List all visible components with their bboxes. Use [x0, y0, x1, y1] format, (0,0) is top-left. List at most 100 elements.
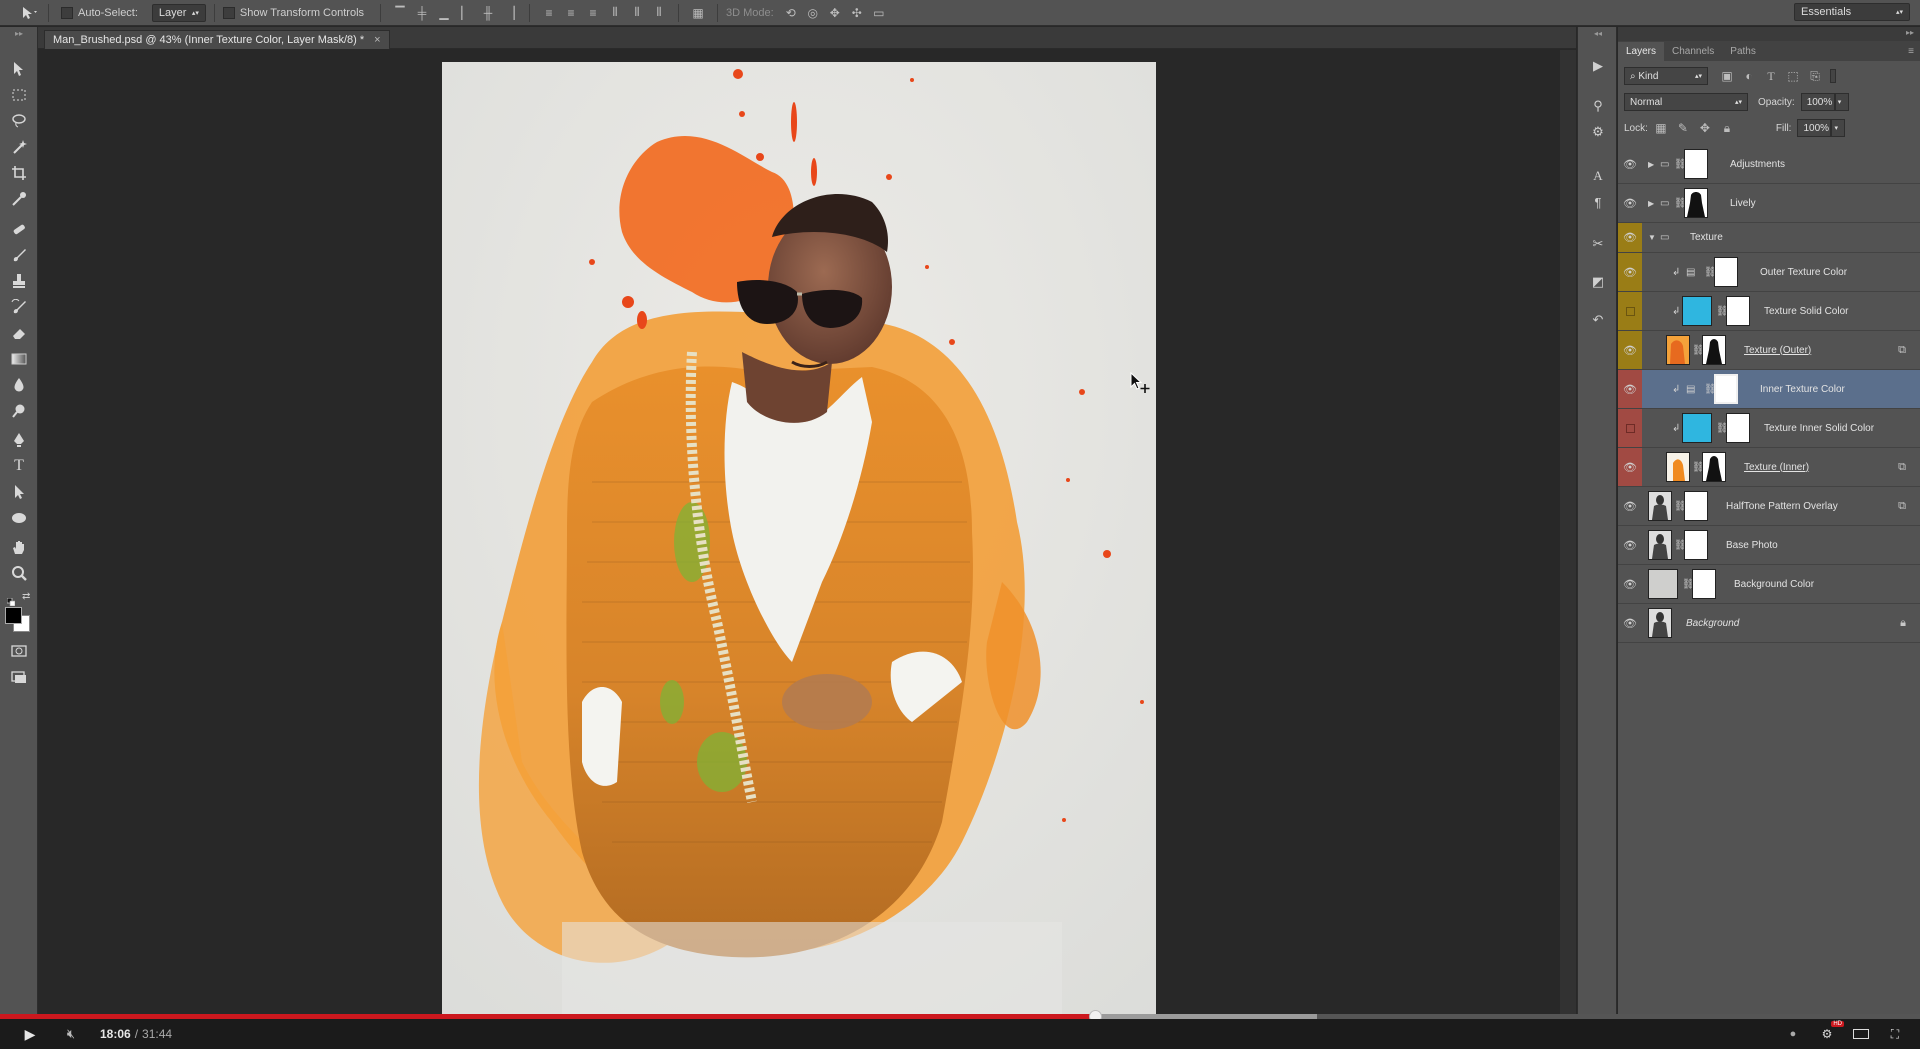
history-brush-tool-icon[interactable]	[7, 296, 31, 318]
align-top-icon[interactable]: ▔	[389, 3, 411, 23]
layer-row-lively[interactable]: 👁︎ ▶ ▭ ⛓︎ Lively	[1618, 184, 1920, 223]
align-right-icon[interactable]: ▕	[499, 3, 521, 23]
crop-tool-icon[interactable]	[7, 162, 31, 184]
filter-toggle-switch[interactable]	[1830, 69, 1836, 83]
theater-mode-icon[interactable]	[1850, 1029, 1872, 1039]
visibility-eye-icon[interactable]: 👁︎	[1618, 331, 1642, 369]
collapse-arrow-icon[interactable]: ▼	[1648, 233, 1656, 242]
auto-align-icon[interactable]: ▦	[687, 3, 709, 23]
close-tab-icon[interactable]: ×	[374, 34, 380, 46]
layer-row-outer-texture-color[interactable]: 👁︎ ↲ ▤ ⛓︎ Outer Texture Color	[1618, 253, 1920, 292]
healing-brush-tool-icon[interactable]	[7, 218, 31, 240]
opacity-input[interactable]: 100%	[1800, 93, 1835, 111]
visibility-eye-icon[interactable]: 👁︎	[1618, 370, 1642, 408]
visibility-eye-icon[interactable]: 👁︎	[1618, 253, 1642, 291]
3d-drag-icon[interactable]: ✥	[824, 3, 846, 23]
fill-input[interactable]: 100%	[1797, 119, 1832, 137]
show-transform-checkbox[interactable]: Show Transform Controls	[222, 6, 364, 19]
tab-paths[interactable]: Paths	[1722, 42, 1764, 61]
paragraph-panel-icon[interactable]: ¶	[1586, 191, 1610, 213]
visibility-eye-icon[interactable]: 👁︎	[1618, 604, 1642, 642]
settings-gear-icon[interactable]: ⚙ HD	[1816, 1021, 1844, 1041]
visibility-eye-icon[interactable]: 👁︎	[1618, 526, 1642, 564]
distribute-vcenter-icon[interactable]: ≡	[560, 3, 582, 23]
filter-shape-icon[interactable]: ⬚	[1782, 66, 1804, 86]
distribute-left-icon[interactable]: ⦀	[604, 3, 626, 23]
character-panel-icon[interactable]: A	[1586, 165, 1610, 187]
distribute-bottom-icon[interactable]: ≡	[582, 3, 604, 23]
brush-preset-icon[interactable]: ⚲	[1586, 95, 1610, 117]
collapse-toolbar-icon[interactable]: ▸▸	[7, 28, 31, 38]
layer-row-texture-group[interactable]: 👁︎ ▼ ▭ Texture	[1618, 223, 1920, 253]
vertical-scrollbar[interactable]	[1560, 50, 1576, 1014]
panel-menu-icon[interactable]: ≡	[1902, 42, 1920, 61]
eraser-tool-icon[interactable]	[7, 322, 31, 344]
align-hcenter-icon[interactable]: ╫	[477, 3, 499, 23]
collapse-panel-icon[interactable]: ▸▸	[1906, 28, 1914, 37]
layer-row-texture-inner-solid-color[interactable]: ↲ ⛓︎ Texture Inner Solid Color	[1618, 409, 1920, 448]
brush-tool-icon[interactable]	[7, 244, 31, 266]
marquee-tool-icon[interactable]	[7, 84, 31, 106]
visibility-eye-icon[interactable]: 👁︎	[1618, 565, 1642, 603]
annotations-icon[interactable]: ●	[1782, 1028, 1804, 1040]
ellipse-tool-icon[interactable]	[7, 507, 31, 529]
clone-stamp-tool-icon[interactable]	[7, 270, 31, 292]
default-colors-icon[interactable]	[6, 593, 16, 607]
blend-mode-dropdown[interactable]: Normal ▴▾	[1624, 93, 1748, 111]
distribute-top-icon[interactable]: ≡	[538, 3, 560, 23]
layer-row-adjustments[interactable]: 👁︎ ▶ ▭ ⛓︎ Adjustments	[1618, 145, 1920, 184]
visibility-eye-icon[interactable]: 👁︎	[1618, 184, 1642, 222]
path-selection-tool-icon[interactable]	[7, 481, 31, 503]
visibility-eye-icon[interactable]: 👁︎	[1618, 487, 1642, 525]
auto-select-dropdown[interactable]: Layer ▴▾	[151, 3, 206, 22]
lock-image-icon[interactable]: ✎	[1672, 118, 1694, 138]
layer-row-halftone-pattern-overlay[interactable]: 👁︎ ⛓︎ HalfTone Pattern Overlay ⧉	[1618, 487, 1920, 526]
visibility-eye-icon[interactable]: 👁︎	[1618, 448, 1642, 486]
distribute-hcenter-icon[interactable]: ⦀	[626, 3, 648, 23]
history-panel-icon[interactable]: ↶	[1586, 309, 1610, 331]
eyedropper-tool-icon[interactable]	[7, 188, 31, 210]
visibility-toggle-empty[interactable]	[1618, 292, 1642, 330]
layer-row-inner-texture-color[interactable]: 👁︎ ↲ ▤ ⛓︎ Inner Texture Color	[1618, 370, 1920, 409]
kind-filter-dropdown[interactable]: ⌕ Kind ▴▾	[1624, 67, 1708, 85]
collapse-dock-icon[interactable]: ◂◂	[1586, 28, 1610, 38]
tab-channels[interactable]: Channels	[1664, 42, 1722, 61]
screen-mode-icon[interactable]	[7, 666, 31, 688]
3d-slide-icon[interactable]: ✣	[846, 3, 868, 23]
layer-row-background-color[interactable]: 👁︎ ⛓︎ Background Color	[1618, 565, 1920, 604]
lock-all-icon[interactable]: 🔒︎	[1716, 118, 1738, 138]
adjustments-panel-icon[interactable]: ◩	[1586, 271, 1610, 293]
layer-row-texture-inner[interactable]: 👁︎ ⛓︎ Texture (Inner) ⧉	[1618, 448, 1920, 487]
align-bottom-icon[interactable]: ▁	[433, 3, 455, 23]
filter-pixel-icon[interactable]: ▣	[1716, 66, 1738, 86]
visibility-eye-icon[interactable]: 👁︎	[1618, 145, 1642, 183]
layer-row-texture-outer[interactable]: 👁︎ ⛓︎ Texture (Outer) ⧉	[1618, 331, 1920, 370]
tools-presets-icon[interactable]: ✂	[1586, 233, 1610, 255]
expand-arrow-icon[interactable]: ▶	[1648, 199, 1654, 208]
3d-roll-icon[interactable]: ◎	[802, 3, 824, 23]
align-vcenter-icon[interactable]: ╪	[411, 3, 433, 23]
lock-position-icon[interactable]: ✥	[1694, 118, 1716, 138]
layer-row-texture-solid-color[interactable]: ↲ ⛓︎ Texture Solid Color	[1618, 292, 1920, 331]
dodge-tool-icon[interactable]	[7, 400, 31, 422]
blur-tool-icon[interactable]	[7, 374, 31, 396]
align-left-icon[interactable]: ▏	[455, 3, 477, 23]
3d-scale-icon[interactable]: ▭	[868, 3, 890, 23]
document-tab[interactable]: Man_Brushed.psd @ 43% (Inner Texture Col…	[44, 30, 390, 49]
clone-source-icon[interactable]: ⚙	[1586, 121, 1610, 143]
hand-tool-icon[interactable]	[7, 536, 31, 558]
visibility-eye-icon[interactable]: 👁︎	[1618, 223, 1642, 252]
fullscreen-icon[interactable]: ⛶	[1884, 1027, 1906, 1042]
distribute-right-icon[interactable]: ⦀	[648, 3, 670, 23]
magic-wand-tool-icon[interactable]	[7, 136, 31, 158]
gradient-tool-icon[interactable]	[7, 348, 31, 370]
3d-rotate-icon[interactable]: ⟲	[780, 3, 802, 23]
move-tool-icon[interactable]	[7, 58, 31, 80]
document-canvas[interactable]	[442, 62, 1156, 1014]
fill-slider-toggle[interactable]: ▾	[1831, 119, 1846, 137]
visibility-toggle-empty[interactable]	[1618, 409, 1642, 447]
play-actions-icon[interactable]: ▶	[1586, 55, 1610, 77]
pen-tool-icon[interactable]	[7, 429, 31, 451]
auto-select-checkbox[interactable]: Auto-Select:	[61, 6, 138, 19]
filter-smart-object-icon[interactable]: ⎘	[1804, 66, 1826, 86]
